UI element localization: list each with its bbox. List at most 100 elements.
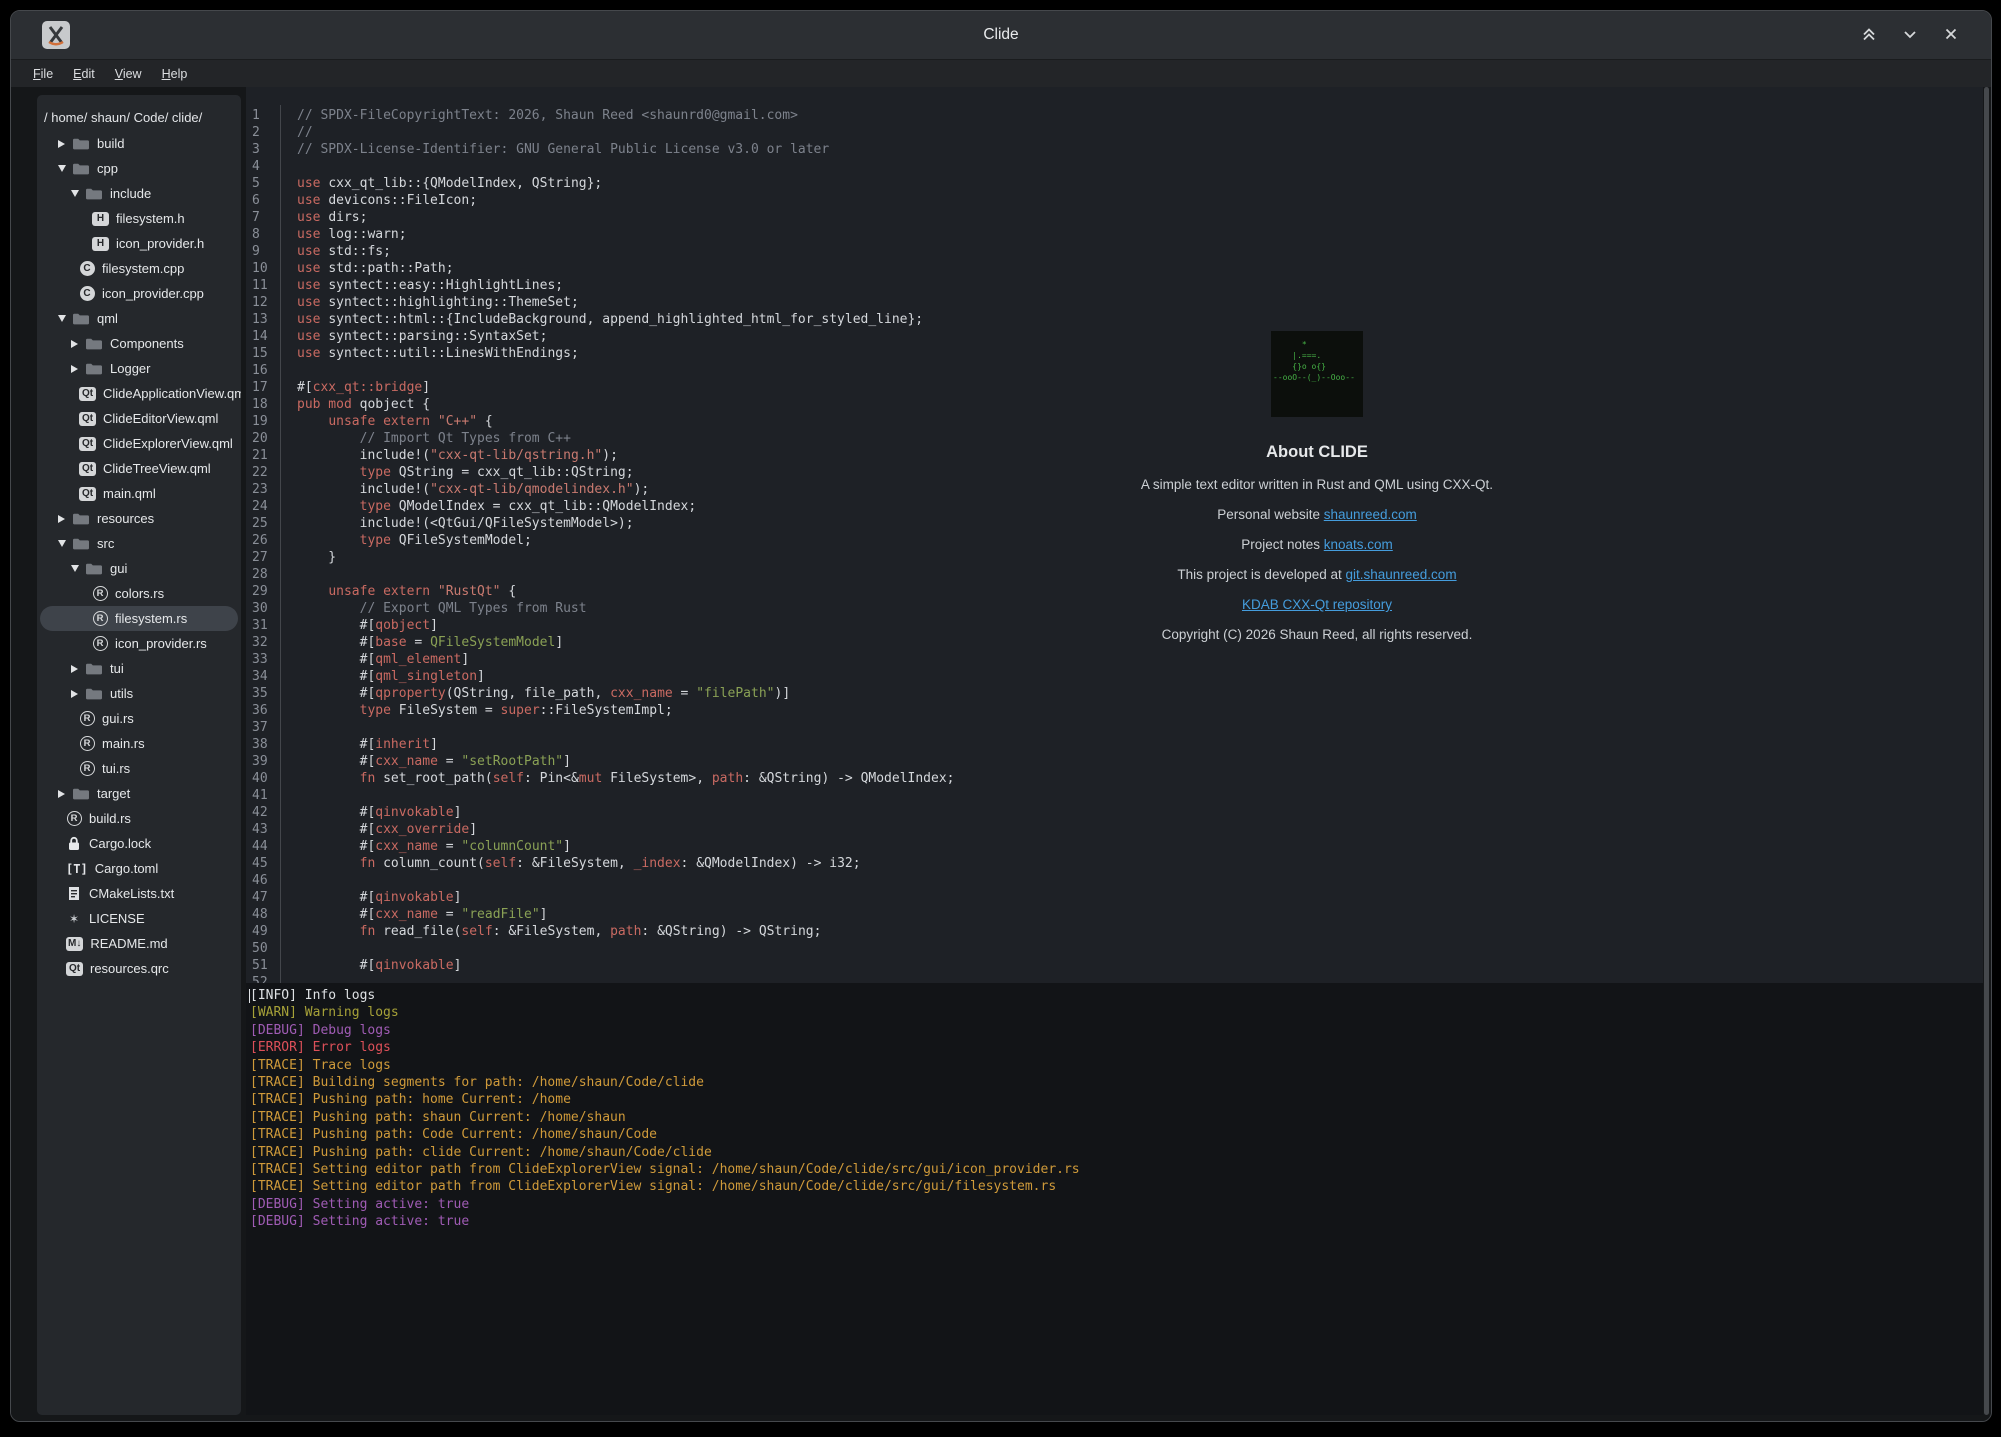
tree-item-cargo-toml[interactable]: [T]Cargo.toml xyxy=(40,856,238,881)
file-tree-panel: / home/ shaun/ Code/ clide/ buildcppincl… xyxy=(37,95,241,1415)
tree-item-readme-md[interactable]: M↓README.md xyxy=(40,931,238,956)
tree-item-label: tui xyxy=(110,661,124,676)
shade-button[interactable] xyxy=(1857,22,1881,49)
tree-item-qml[interactable]: qml xyxy=(40,306,238,331)
line-number: 5 xyxy=(252,175,260,192)
tree-item-clideapplicationview-qml[interactable]: QtClideApplicationView.qml xyxy=(40,381,238,406)
line-number: 12 xyxy=(252,294,268,311)
chevron-right-icon[interactable] xyxy=(58,140,72,148)
chevron-down-icon[interactable] xyxy=(58,540,72,547)
about-text: Project notes xyxy=(1241,537,1324,552)
about-row-2: Project notes knoats.com xyxy=(1037,537,1597,552)
about-link[interactable]: knoats.com xyxy=(1324,537,1393,552)
tree-item-clidetreeview-qml[interactable]: QtClideTreeView.qml xyxy=(40,456,238,481)
tree-item-icon-provider-h[interactable]: Hicon_provider.h xyxy=(40,231,238,256)
code-line-text: include!("cxx-qt-lib/qstring.h"); xyxy=(297,447,618,464)
tree-item-label: filesystem.cpp xyxy=(102,261,184,276)
tree-item-filesystem-h[interactable]: Hfilesystem.h xyxy=(40,206,238,231)
code-line: 1// SPDX-FileCopyrightText: 2026, Shaun … xyxy=(246,107,1983,124)
tree-item-resources-qrc[interactable]: Qtresources.qrc xyxy=(40,956,238,981)
markdown-icon: M↓ xyxy=(66,937,83,951)
tree-item-src[interactable]: src xyxy=(40,531,238,556)
log-line-trace: [TRACE] Trace logs xyxy=(250,1057,1983,1074)
tree-item-cpp[interactable]: cpp xyxy=(40,156,238,181)
tree-item-icon-provider-cpp[interactable]: Cicon_provider.cpp xyxy=(40,281,238,306)
license-icon: ✶ xyxy=(66,912,82,926)
code-line: 10use std::path::Path; xyxy=(246,260,1983,277)
code-line-text: } xyxy=(297,549,336,566)
chevron-right-icon[interactable] xyxy=(71,365,85,373)
tree-item-license[interactable]: ✶LICENSE xyxy=(40,906,238,931)
tree-item-main-rs[interactable]: Rmain.rs xyxy=(40,731,238,756)
chevron-right-icon[interactable] xyxy=(71,340,85,348)
folder-icon xyxy=(85,187,103,201)
tree-item-resources[interactable]: resources xyxy=(40,506,238,531)
tree-item-colors-rs[interactable]: Rcolors.rs xyxy=(40,581,238,606)
code-line-text: use syntect::html::{IncludeBackground, a… xyxy=(297,311,923,328)
menu-item-ile[interactable]: File xyxy=(25,65,61,83)
clide-window: Clide xyxy=(10,10,1992,1422)
chevron-right-icon[interactable] xyxy=(71,690,85,698)
code-line-text: type QFileSystemModel; xyxy=(297,532,532,549)
tree-item-components[interactable]: Components xyxy=(40,331,238,356)
tree-item-label: CMakeLists.txt xyxy=(89,886,174,901)
tree-item-cargo-lock[interactable]: Cargo.lock xyxy=(40,831,238,856)
log-panel[interactable]: [INFO] Info logs[WARN] Warning logs[DEBU… xyxy=(246,983,1983,1415)
close-icon xyxy=(1941,24,1961,47)
menu-item-elp[interactable]: Help xyxy=(154,65,196,83)
tree-item-build[interactable]: build xyxy=(40,131,238,156)
scrollbar-track[interactable] xyxy=(1984,87,1989,1415)
log-line-trace: [TRACE] Building segments for path: /hom… xyxy=(250,1074,1983,1091)
about-link[interactable]: shaunreed.com xyxy=(1324,507,1417,522)
tree-item-clideexplorerview-qml[interactable]: QtClideExplorerView.qml xyxy=(40,431,238,456)
titlebar[interactable]: Clide xyxy=(11,11,1991,60)
about-link[interactable]: KDAB CXX-Qt repository xyxy=(1242,597,1392,612)
chevron-down-icon[interactable] xyxy=(71,190,85,197)
tree-item-utils[interactable]: utils xyxy=(40,681,238,706)
tree-item-clideeditorview-qml[interactable]: QtClideEditorView.qml xyxy=(40,406,238,431)
minimize-button[interactable] xyxy=(1898,22,1922,49)
chevron-right-icon[interactable] xyxy=(71,665,85,673)
editor-pane[interactable]: 1// SPDX-FileCopyrightText: 2026, Shaun … xyxy=(246,87,1983,983)
tree-item-icon-provider-rs[interactable]: Ricon_provider.rs xyxy=(40,631,238,656)
code-line-text: #[qinvokable] xyxy=(297,957,461,974)
tree-item-logger[interactable]: Logger xyxy=(40,356,238,381)
close-button[interactable] xyxy=(1939,22,1963,49)
tree-item-target[interactable]: target xyxy=(40,781,238,806)
folder-icon xyxy=(85,562,103,576)
tree-item-include[interactable]: include xyxy=(40,181,238,206)
code-line: 2// xyxy=(246,124,1983,141)
line-number: 22 xyxy=(252,464,268,481)
menu-item-dit[interactable]: Edit xyxy=(65,65,103,83)
code-line-text: // SPDX-License-Identifier: GNU General … xyxy=(297,141,829,158)
folder-icon xyxy=(85,687,103,701)
chevron-down-icon[interactable] xyxy=(58,315,72,322)
tree-item-gui-rs[interactable]: Rgui.rs xyxy=(40,706,238,731)
tree-item-gui[interactable]: gui xyxy=(40,556,238,581)
chevron-down-icon[interactable] xyxy=(58,165,72,172)
code-line-text: fn read_file(self: &FileSystem, path: &Q… xyxy=(297,923,821,940)
chevron-right-icon[interactable] xyxy=(58,790,72,798)
chevron-right-icon[interactable] xyxy=(58,515,72,523)
tree-item-build-rs[interactable]: Rbuild.rs xyxy=(40,806,238,831)
line-number: 15 xyxy=(252,345,268,362)
menu-item-iew[interactable]: View xyxy=(107,65,150,83)
line-number: 2 xyxy=(252,124,260,141)
rust-icon: R xyxy=(79,736,95,751)
tree-item-filesystem-cpp[interactable]: Cfilesystem.cpp xyxy=(40,256,238,281)
tree-item-main-qml[interactable]: Qtmain.qml xyxy=(40,481,238,506)
code-line-text: use std::path::Path; xyxy=(297,260,454,277)
tree-item-tui[interactable]: tui xyxy=(40,656,238,681)
code-line: 37 xyxy=(246,719,1983,736)
tree-item-label: filesystem.rs xyxy=(115,611,187,626)
tree-item-filesystem-rs[interactable]: Rfilesystem.rs xyxy=(40,606,238,631)
tree-item-label: filesystem.h xyxy=(116,211,185,226)
tree-item-cmakelists-txt[interactable]: CMakeLists.txt xyxy=(40,881,238,906)
tree-item-tui-rs[interactable]: Rtui.rs xyxy=(40,756,238,781)
about-link[interactable]: git.shaunreed.com xyxy=(1346,567,1457,582)
code-line-text: use log::warn; xyxy=(297,226,407,243)
tree-item-label: target xyxy=(97,786,130,801)
chevron-down-icon[interactable] xyxy=(71,565,85,572)
cpp-icon: C xyxy=(79,286,95,301)
code-line: 36 type FileSystem = super::FileSystemIm… xyxy=(246,702,1983,719)
